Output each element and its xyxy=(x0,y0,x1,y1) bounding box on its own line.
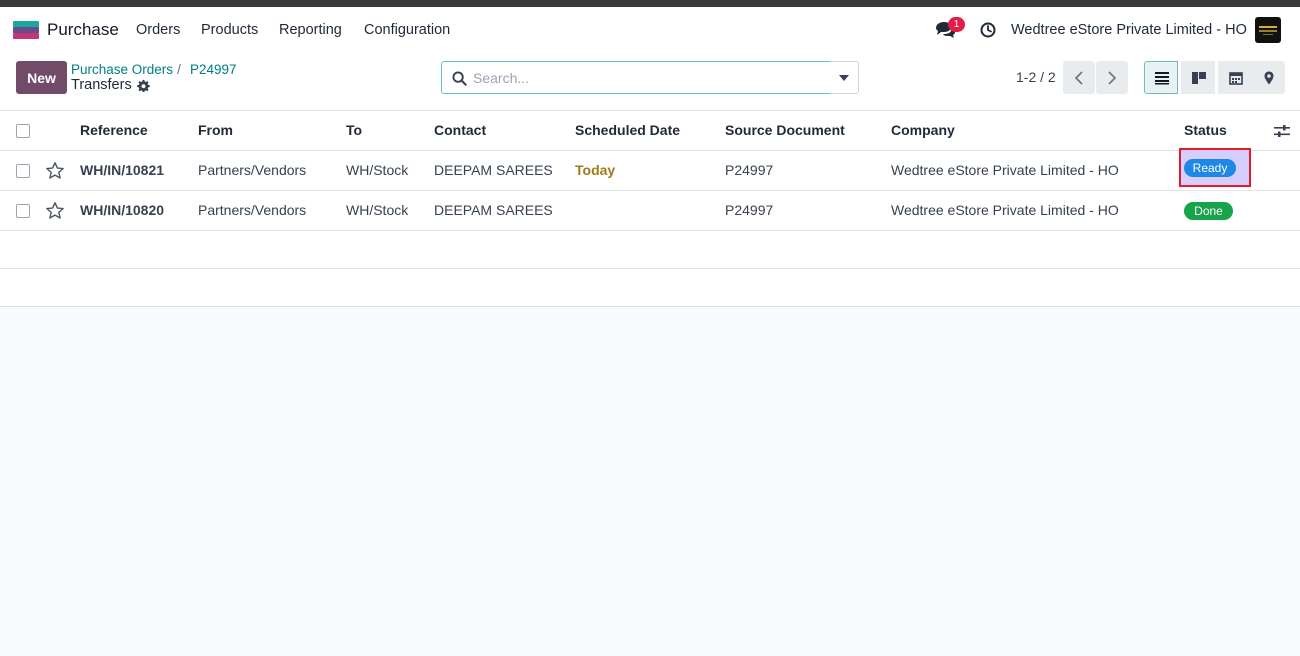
column-header-to[interactable]: To xyxy=(346,122,362,138)
status-badge-ready[interactable]: Ready xyxy=(1184,159,1236,177)
row-checkbox[interactable] xyxy=(16,164,30,178)
kanban-view-button[interactable] xyxy=(1181,61,1215,94)
calendar-view-icon xyxy=(1229,72,1243,85)
column-header-company[interactable]: Company xyxy=(891,122,955,138)
company-switcher[interactable]: Wedtree eStore Private Limited - HO xyxy=(1011,22,1247,38)
list-view-button[interactable] xyxy=(1144,61,1178,94)
pager-previous-button[interactable] xyxy=(1063,61,1095,94)
navbar: Purchase Orders Products Reporting Confi… xyxy=(0,7,1300,53)
app-icon[interactable] xyxy=(13,21,39,39)
table-header: Reference From To Contact Scheduled Date… xyxy=(0,111,1300,151)
cell-to: WH/Stock xyxy=(346,202,409,218)
cell-reference: WH/IN/10820 xyxy=(80,202,165,218)
breadcrumb-purchase-orders[interactable]: Purchase Orders xyxy=(71,62,173,77)
column-header-source-document[interactable]: Source Document xyxy=(725,122,845,138)
cell-company: Wedtree eStore Private Limited - HO xyxy=(891,162,1119,178)
calendar-view-button[interactable] xyxy=(1218,61,1252,94)
clock-icon[interactable] xyxy=(980,22,996,38)
menu-reporting[interactable]: Reporting xyxy=(279,22,342,38)
column-header-from[interactable]: From xyxy=(198,122,233,138)
optional-columns-icon[interactable] xyxy=(1274,124,1290,138)
cell-source-document: P24997 xyxy=(725,202,774,218)
menu-configuration[interactable]: Configuration xyxy=(364,22,450,38)
kanban-view-icon xyxy=(1192,72,1206,84)
cell-reference: WH/IN/10821 xyxy=(80,162,165,178)
menu-orders[interactable]: Orders xyxy=(136,22,180,38)
column-header-status[interactable]: Status xyxy=(1184,122,1227,138)
search-input[interactable] xyxy=(473,68,823,88)
cell-from: Partners/Vendors xyxy=(198,162,307,178)
search-icon xyxy=(452,71,467,86)
pager-value[interactable]: 1-2 / 2 xyxy=(1016,69,1056,85)
cell-scheduled-date: Today xyxy=(575,162,616,178)
cell-source-document: P24997 xyxy=(725,162,774,178)
star-icon[interactable] xyxy=(45,161,65,181)
list-view-icon xyxy=(1155,72,1169,85)
breadcrumb-separator: / xyxy=(177,61,181,77)
chevron-left-icon xyxy=(1074,71,1083,85)
cell-company: Wedtree eStore Private Limited - HO xyxy=(891,202,1119,218)
column-header-reference[interactable]: Reference xyxy=(80,122,148,138)
control-panel: New Purchase Orders / P24997 Transfers 1… xyxy=(0,53,1300,111)
breadcrumb-current: Transfers xyxy=(71,77,132,93)
empty-table-row xyxy=(0,269,1300,307)
cell-to: WH/Stock xyxy=(346,162,409,178)
table-row[interactable]: WH/IN/10821 Partners/Vendors WH/Stock DE… xyxy=(0,151,1300,191)
column-header-scheduled-date[interactable]: Scheduled Date xyxy=(575,122,680,138)
chevron-right-icon xyxy=(1108,71,1117,85)
chat-count-badge: 1 xyxy=(948,17,965,32)
search-options-toggle[interactable] xyxy=(830,61,859,94)
status-highlight-box: Ready xyxy=(1179,148,1251,187)
caret-down-icon xyxy=(839,75,849,81)
table-row[interactable]: WH/IN/10820 Partners/Vendors WH/Stock DE… xyxy=(0,191,1300,231)
star-icon[interactable] xyxy=(45,201,65,221)
column-header-contact[interactable]: Contact xyxy=(434,122,486,138)
row-checkbox[interactable] xyxy=(16,204,30,218)
pager-next-button[interactable] xyxy=(1096,61,1128,94)
empty-table-row xyxy=(0,231,1300,269)
select-all-checkbox[interactable] xyxy=(16,124,30,138)
breadcrumb-p24997[interactable]: P24997 xyxy=(190,62,237,77)
top-strip xyxy=(0,0,1300,7)
user-avatar[interactable] xyxy=(1255,17,1281,43)
map-pin-icon xyxy=(1264,71,1274,85)
app-name[interactable]: Purchase xyxy=(47,20,119,40)
map-view-button[interactable] xyxy=(1251,61,1285,94)
search-bar xyxy=(441,61,831,94)
status-badge-done: Done xyxy=(1184,202,1233,220)
menu-products[interactable]: Products xyxy=(201,22,258,38)
gear-icon[interactable] xyxy=(137,79,150,92)
new-button[interactable]: New xyxy=(16,61,67,94)
cell-contact: DEEPAM SAREES xyxy=(434,162,553,178)
cell-contact: DEEPAM SAREES xyxy=(434,202,553,218)
cell-from: Partners/Vendors xyxy=(198,202,307,218)
